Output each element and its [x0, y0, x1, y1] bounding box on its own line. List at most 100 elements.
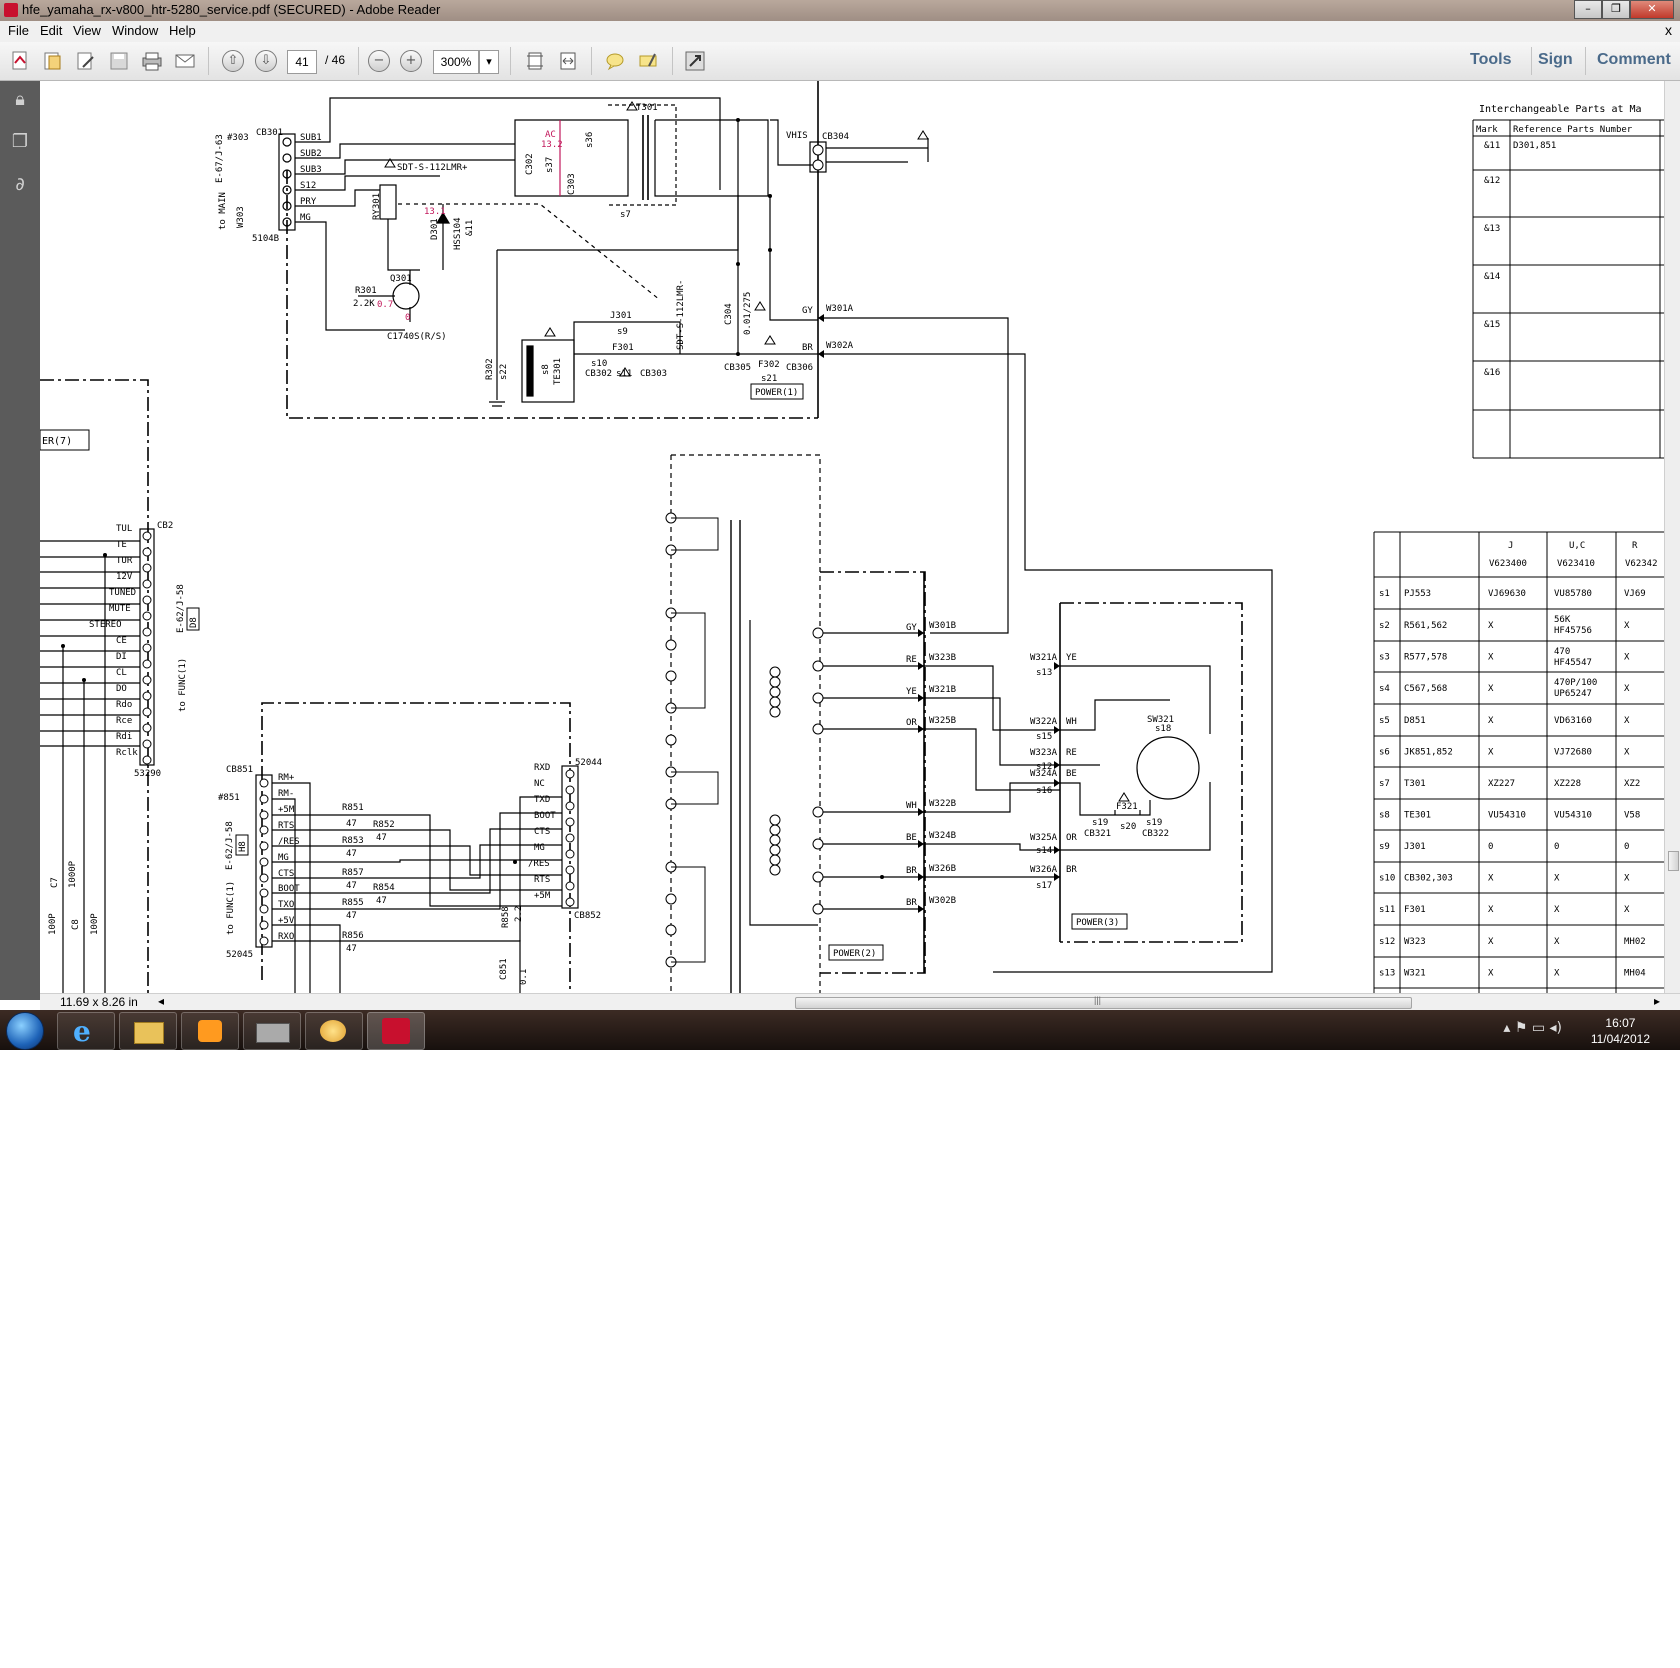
menu-view[interactable]: View — [73, 23, 101, 38]
cb305-label: CB305 — [724, 363, 751, 373]
p2-wire-gy: GY — [906, 623, 917, 633]
vertical-scrollbar[interactable] — [1664, 81, 1680, 993]
desktop-screen: hfe_yamaha_rx-v800_htr-5280_service.pdf … — [0, 0, 1680, 1050]
pin-rclk: Rclk — [116, 748, 138, 758]
dest-cell: s11 — [1379, 905, 1395, 915]
lock-icon[interactable]: 🔒︎ — [10, 89, 30, 110]
p3-wire-br: BR — [1066, 865, 1077, 875]
col-ref-parts: Reference Parts Number — [1513, 125, 1633, 135]
j301-label: J301 — [610, 311, 632, 321]
close-button[interactable]: ✕ — [1630, 0, 1674, 19]
zoom-level-input[interactable]: 300% — [433, 50, 479, 74]
toolbar-separator — [672, 47, 673, 75]
email-icon[interactable] — [174, 50, 196, 72]
dest-cell: s6 — [1379, 748, 1390, 758]
dest-cell: CB302,303 — [1404, 874, 1453, 884]
window-title: hfe_yamaha_rx-v800_htr-5280_service.pdf … — [22, 2, 441, 17]
dest-cell: VU54310 — [1488, 811, 1526, 821]
menu-help[interactable]: Help — [169, 23, 196, 38]
document-view[interactable]: #303 CB301 SUB1 SUB2 SUB3 S12 PRY MG 510… — [40, 81, 1664, 993]
dest-cell: MH02 — [1624, 937, 1646, 947]
fullscreen-icon[interactable] — [684, 50, 706, 72]
scroll-left-button[interactable]: ◂ — [158, 994, 164, 1008]
s36-label: s36 — [585, 132, 595, 148]
p2-ref-w325b: W325B — [929, 716, 956, 726]
start-button[interactable] — [6, 1012, 44, 1050]
dest-cell: MH04 — [1624, 969, 1646, 979]
paint-icon[interactable] — [305, 1012, 363, 1050]
s8-label: s8 — [541, 364, 551, 375]
c7-label: C7 — [50, 877, 60, 888]
dest-cell: PJ553 — [1404, 589, 1431, 599]
adobe-reader-icon[interactable] — [367, 1012, 425, 1050]
menu-window[interactable]: Window — [112, 23, 158, 38]
tools-pane-button[interactable]: Tools — [1470, 51, 1511, 69]
e67-label: E-67/J-63 — [215, 134, 225, 183]
pin-tul: TUL — [116, 524, 132, 534]
dest-cell: X — [1488, 621, 1494, 631]
r853-label: R853 — [342, 836, 364, 846]
dest-cell: T301 — [1404, 779, 1426, 789]
toolbar-separator — [358, 47, 359, 75]
dest-cell: s2 — [1379, 621, 1390, 631]
fit-page-icon[interactable] — [524, 50, 546, 72]
window-controls: – ❐ ✕ — [1574, 0, 1674, 19]
dest-cell: s5 — [1379, 716, 1390, 726]
window-title-bar[interactable]: hfe_yamaha_rx-v800_htr-5280_service.pdf … — [0, 0, 1680, 21]
file-explorer-icon[interactable] — [119, 1012, 177, 1050]
fit-width-icon[interactable] — [557, 50, 579, 72]
dest-cell: s8 — [1379, 811, 1390, 821]
horizontal-scroll-thumb[interactable]: ||| — [795, 995, 1412, 1009]
pages-icon[interactable]: ❐ — [10, 131, 30, 152]
close-document-button[interactable]: x — [1665, 22, 1672, 38]
pin-txo: TXO — [278, 900, 294, 910]
dest-cell: 0 — [1554, 842, 1559, 852]
system-tray[interactable]: ▴ ⚑ ▭ ◂) — [1503, 1020, 1562, 1036]
pin-te: TE — [116, 540, 127, 550]
p3-wire-re: RE — [1066, 748, 1077, 758]
page-down-icon[interactable]: ⇩ — [255, 50, 277, 72]
vertical-scroll-thumb[interactable] — [1668, 851, 1679, 871]
p2-ref-w322b: W322B — [929, 799, 956, 809]
zoom-out-icon[interactable]: − — [368, 50, 390, 72]
zoom-dropdown-button[interactable]: ▾ — [479, 50, 499, 74]
page-up-icon[interactable]: ⇧ — [222, 50, 244, 72]
menu-edit[interactable]: Edit — [40, 23, 62, 38]
open-icon[interactable] — [42, 50, 64, 72]
ry301-label: RY301 — [372, 193, 382, 220]
ac-label: AC — [545, 130, 556, 140]
comment-icon[interactable] — [604, 50, 626, 72]
dest-cell: HF45756 — [1554, 626, 1592, 636]
dest-cell: C567,568 — [1404, 684, 1447, 694]
media-player-icon[interactable] — [181, 1012, 239, 1050]
r857-value: 47 — [346, 881, 357, 891]
save-icon[interactable] — [108, 50, 130, 72]
windows-taskbar: e ▴ ⚑ ▭ ◂) 16:07 11/04/2012 — [0, 1010, 1680, 1050]
navigation-pane: 🔒︎ ❐ ∂ — [0, 81, 40, 1000]
toolbar-separator — [208, 47, 209, 75]
r855-value: 47 — [346, 911, 357, 921]
attachment-icon[interactable]: ∂ — [10, 174, 30, 195]
r302-label: R302 — [485, 358, 495, 380]
p3-s16: s16 — [1036, 786, 1052, 796]
internet-explorer-icon[interactable]: e — [57, 1012, 115, 1050]
sign-pane-button[interactable]: Sign — [1538, 51, 1573, 69]
dest-cell: X — [1488, 716, 1494, 726]
scanner-icon[interactable] — [243, 1012, 301, 1050]
restore-button[interactable]: ❐ — [1602, 0, 1630, 19]
pin-rxd: RXD — [534, 763, 550, 773]
highlight-icon[interactable] — [637, 50, 659, 72]
zoom-in-icon[interactable]: + — [400, 50, 422, 72]
print-icon[interactable] — [141, 50, 163, 72]
p3-ref-w321a: W321A — [1030, 653, 1058, 663]
clock[interactable]: 16:07 11/04/2012 — [1591, 1015, 1650, 1047]
ac-voltage: 13.2 — [541, 140, 563, 150]
menu-file[interactable]: File — [8, 23, 29, 38]
comment-pane-button[interactable]: Comment — [1597, 51, 1671, 69]
minimize-button[interactable]: – — [1574, 0, 1602, 19]
scroll-right-button[interactable]: ▸ — [1654, 994, 1660, 1008]
edit-icon[interactable] — [75, 50, 97, 72]
f302-label: F302 — [758, 360, 780, 370]
page-number-input[interactable]: 41 — [287, 50, 317, 74]
create-pdf-icon[interactable] — [9, 50, 31, 72]
